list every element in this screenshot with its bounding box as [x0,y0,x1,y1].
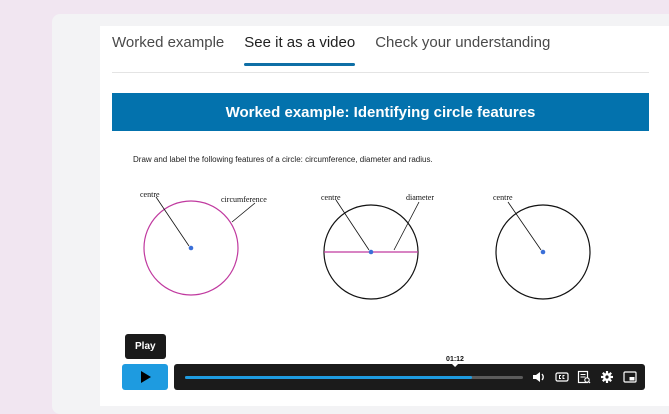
seek-bar[interactable] [185,376,523,379]
centre-point [540,249,546,255]
play-button[interactable] [122,364,168,390]
video-instructions: Draw and label the following features of… [133,155,433,164]
current-time: 01:12 [442,355,468,367]
diameter-pointer [393,201,420,251]
label-centre: centre [140,190,160,199]
captions-icon[interactable] [554,369,570,385]
circle-diagram-circumference: centre circumference [140,190,267,296]
video-frame[interactable]: Worked example: Identifying circle featu… [112,93,649,393]
transcript-icon[interactable] [576,369,592,385]
circle-diagram-diameter: centre diameter [321,193,434,300]
centre-point [188,245,194,251]
circle-diagrams: centre circumference centre diameter cen… [140,190,591,300]
circle-diagram-blank: centre [493,193,591,300]
seek-bar-progress [185,376,473,379]
tab-see-it-as-a-video[interactable]: See it as a video [244,34,355,66]
settings-icon[interactable] [599,369,615,385]
play-icon [141,371,151,383]
play-tooltip: Play [125,334,166,359]
circumference-pointer [231,202,256,223]
tab-bar: Worked example See it as a video Check y… [112,34,550,66]
label-circumference: circumference [221,195,267,204]
centre-point [368,249,374,255]
label-centre: centre [321,193,341,202]
tab-worked-example[interactable]: Worked example [112,34,224,62]
tab-divider [112,72,649,73]
player-controls [174,364,645,390]
picture-in-picture-icon[interactable] [622,369,638,385]
label-centre: centre [493,193,513,202]
centre-pointer [335,199,370,251]
video-title: Worked example: Identifying circle featu… [112,93,649,131]
label-diameter: diameter [406,193,434,202]
volume-icon[interactable] [531,369,547,385]
tab-check-your-understanding[interactable]: Check your understanding [375,34,550,62]
